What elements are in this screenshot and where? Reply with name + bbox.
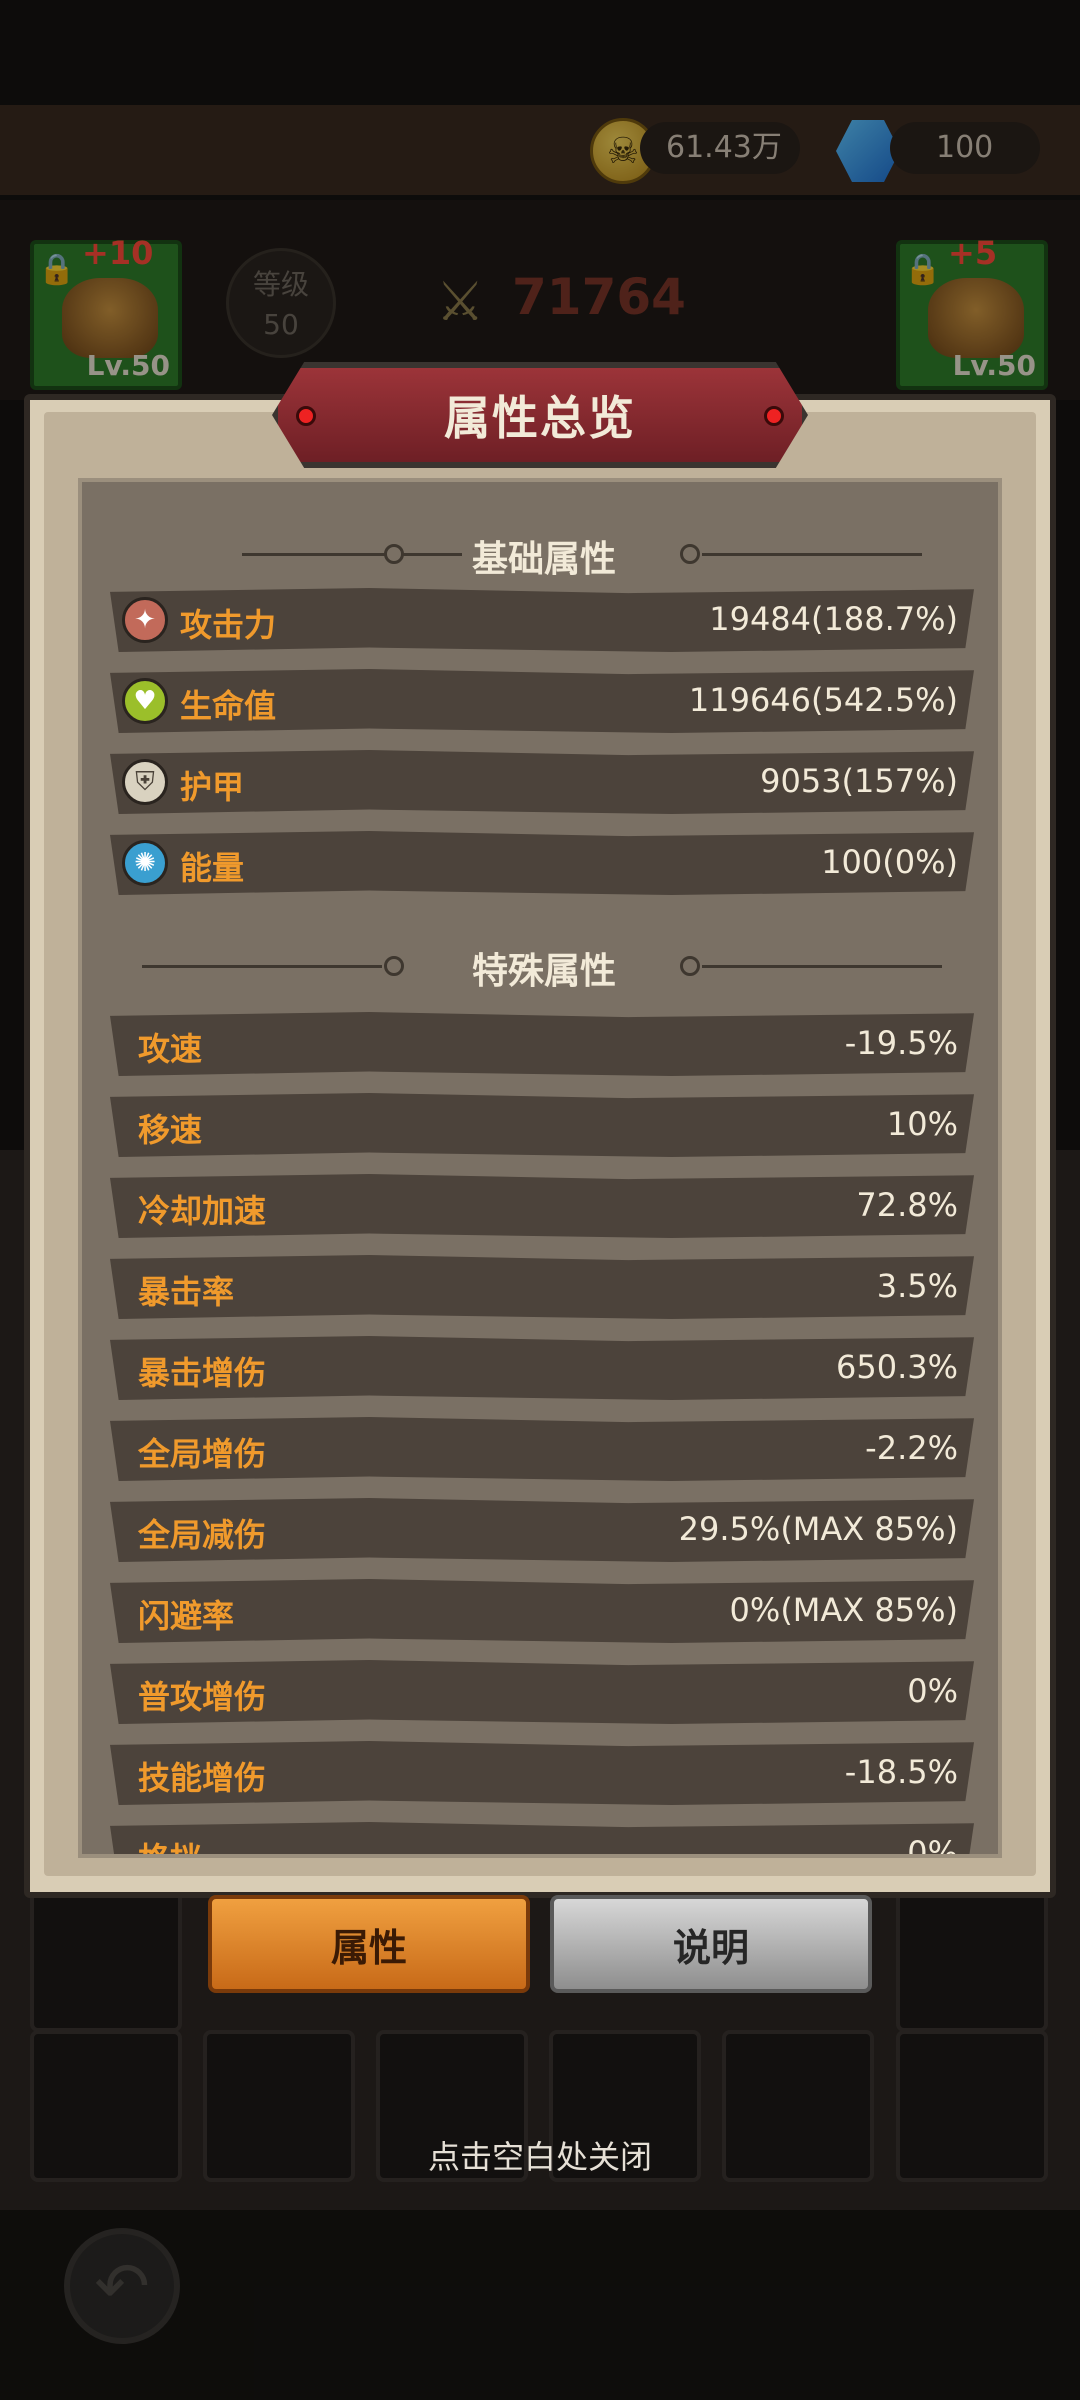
stat-value: 3.5% [876, 1267, 958, 1305]
heart-icon: ♥ [122, 678, 168, 724]
special-attributes-header: 特殊属性 [82, 936, 998, 996]
stat-name: 暴击增伤 [138, 1354, 267, 1392]
stat-name: 生命值 [180, 687, 277, 725]
stat-value: 9053(157%) [760, 762, 958, 800]
divider-dot [680, 544, 700, 564]
stat-name: 普攻增伤 [138, 1678, 267, 1716]
stat-row-energy: ✺ 能量 100(0%) [110, 831, 974, 895]
stat-name: 攻速 [138, 1030, 203, 1068]
close-hint-text[interactable]: 点击空白处关闭 [0, 2132, 1080, 2178]
stat-name: 攻击力 [180, 606, 277, 644]
stat-row-crit-rate: 暴击率 3.5% [110, 1255, 974, 1319]
stat-value: -19.5% [844, 1024, 958, 1062]
stat-value: -2.2% [865, 1429, 958, 1467]
stat-row-normal-attack-damage: 普攻增伤 0% [110, 1660, 974, 1724]
modal-title-banner: 属性总览 [272, 362, 808, 468]
stat-name: 闪避率 [138, 1597, 235, 1635]
stat-row-damage-reduction: 全局减伤 29.5%(MAX 85%) [110, 1498, 974, 1562]
stat-name: 冷却加速 [138, 1192, 267, 1230]
stat-name: 全局增伤 [138, 1435, 267, 1473]
stat-name: 全局减伤 [138, 1516, 267, 1554]
section-title: 基础属性 [471, 539, 616, 580]
modal-content: 基础属性 ✦ 攻击力 19484(188.7%) ♥ 生命值 119646(54… [78, 478, 1002, 1858]
divider-line [702, 965, 942, 968]
stat-row-armor: ⛨ 护甲 9053(157%) [110, 750, 974, 814]
basic-attributes-header: 基础属性 [82, 524, 998, 584]
stat-row-dodge: 闪避率 0%(MAX 85%) [110, 1579, 974, 1643]
stat-row-cooldown: 冷却加速 72.8% [110, 1174, 974, 1238]
stat-name: 移速 [138, 1111, 203, 1149]
stat-value: 0% [907, 1672, 958, 1710]
divider-dot [680, 956, 700, 976]
stat-value: 19484(188.7%) [709, 600, 958, 638]
tab-description[interactable]: 说明 [550, 1895, 872, 1993]
modal-title: 属性总览 [444, 391, 636, 445]
stat-name: 能量 [180, 849, 245, 887]
stat-row-block: 格挡 0% [110, 1822, 974, 1858]
red-gem-icon [296, 406, 316, 426]
stat-row-hp: ♥ 生命值 119646(542.5%) [110, 669, 974, 733]
divider-line [702, 553, 922, 556]
stat-value: 72.8% [856, 1186, 958, 1224]
tab-attributes[interactable]: 属性 [208, 1895, 530, 1993]
shield-icon: ⛨ [122, 759, 168, 805]
stat-row-crit-damage: 暴击增伤 650.3% [110, 1336, 974, 1400]
section-title: 特殊属性 [471, 951, 616, 992]
stat-value: 0%(MAX 85%) [729, 1591, 958, 1629]
stat-row-attack-speed: 攻速 -19.5% [110, 1012, 974, 1076]
stat-value: 0% [907, 1834, 958, 1858]
stat-name: 格挡 [138, 1834, 202, 1854]
stat-value: 29.5%(MAX 85%) [678, 1510, 958, 1548]
red-gem-icon [764, 406, 784, 426]
stat-value: -18.5% [844, 1753, 958, 1791]
stat-name: 暴击率 [138, 1273, 235, 1311]
stat-value: 10% [886, 1105, 958, 1143]
stat-name: 技能增伤 [138, 1759, 267, 1797]
stat-name: 护甲 [180, 768, 245, 806]
energy-icon: ✺ [122, 840, 168, 886]
attack-icon: ✦ [122, 597, 168, 643]
stat-value: 650.3% [835, 1348, 958, 1386]
stat-row-skill-damage: 技能增伤 -18.5% [110, 1741, 974, 1805]
stat-row-global-damage: 全局增伤 -2.2% [110, 1417, 974, 1481]
stat-value: 100(0%) [821, 843, 958, 881]
stat-value: 119646(542.5%) [688, 681, 958, 719]
stat-row-attack: ✦ 攻击力 19484(188.7%) [110, 588, 974, 652]
stat-row-move-speed: 移速 10% [110, 1093, 974, 1157]
